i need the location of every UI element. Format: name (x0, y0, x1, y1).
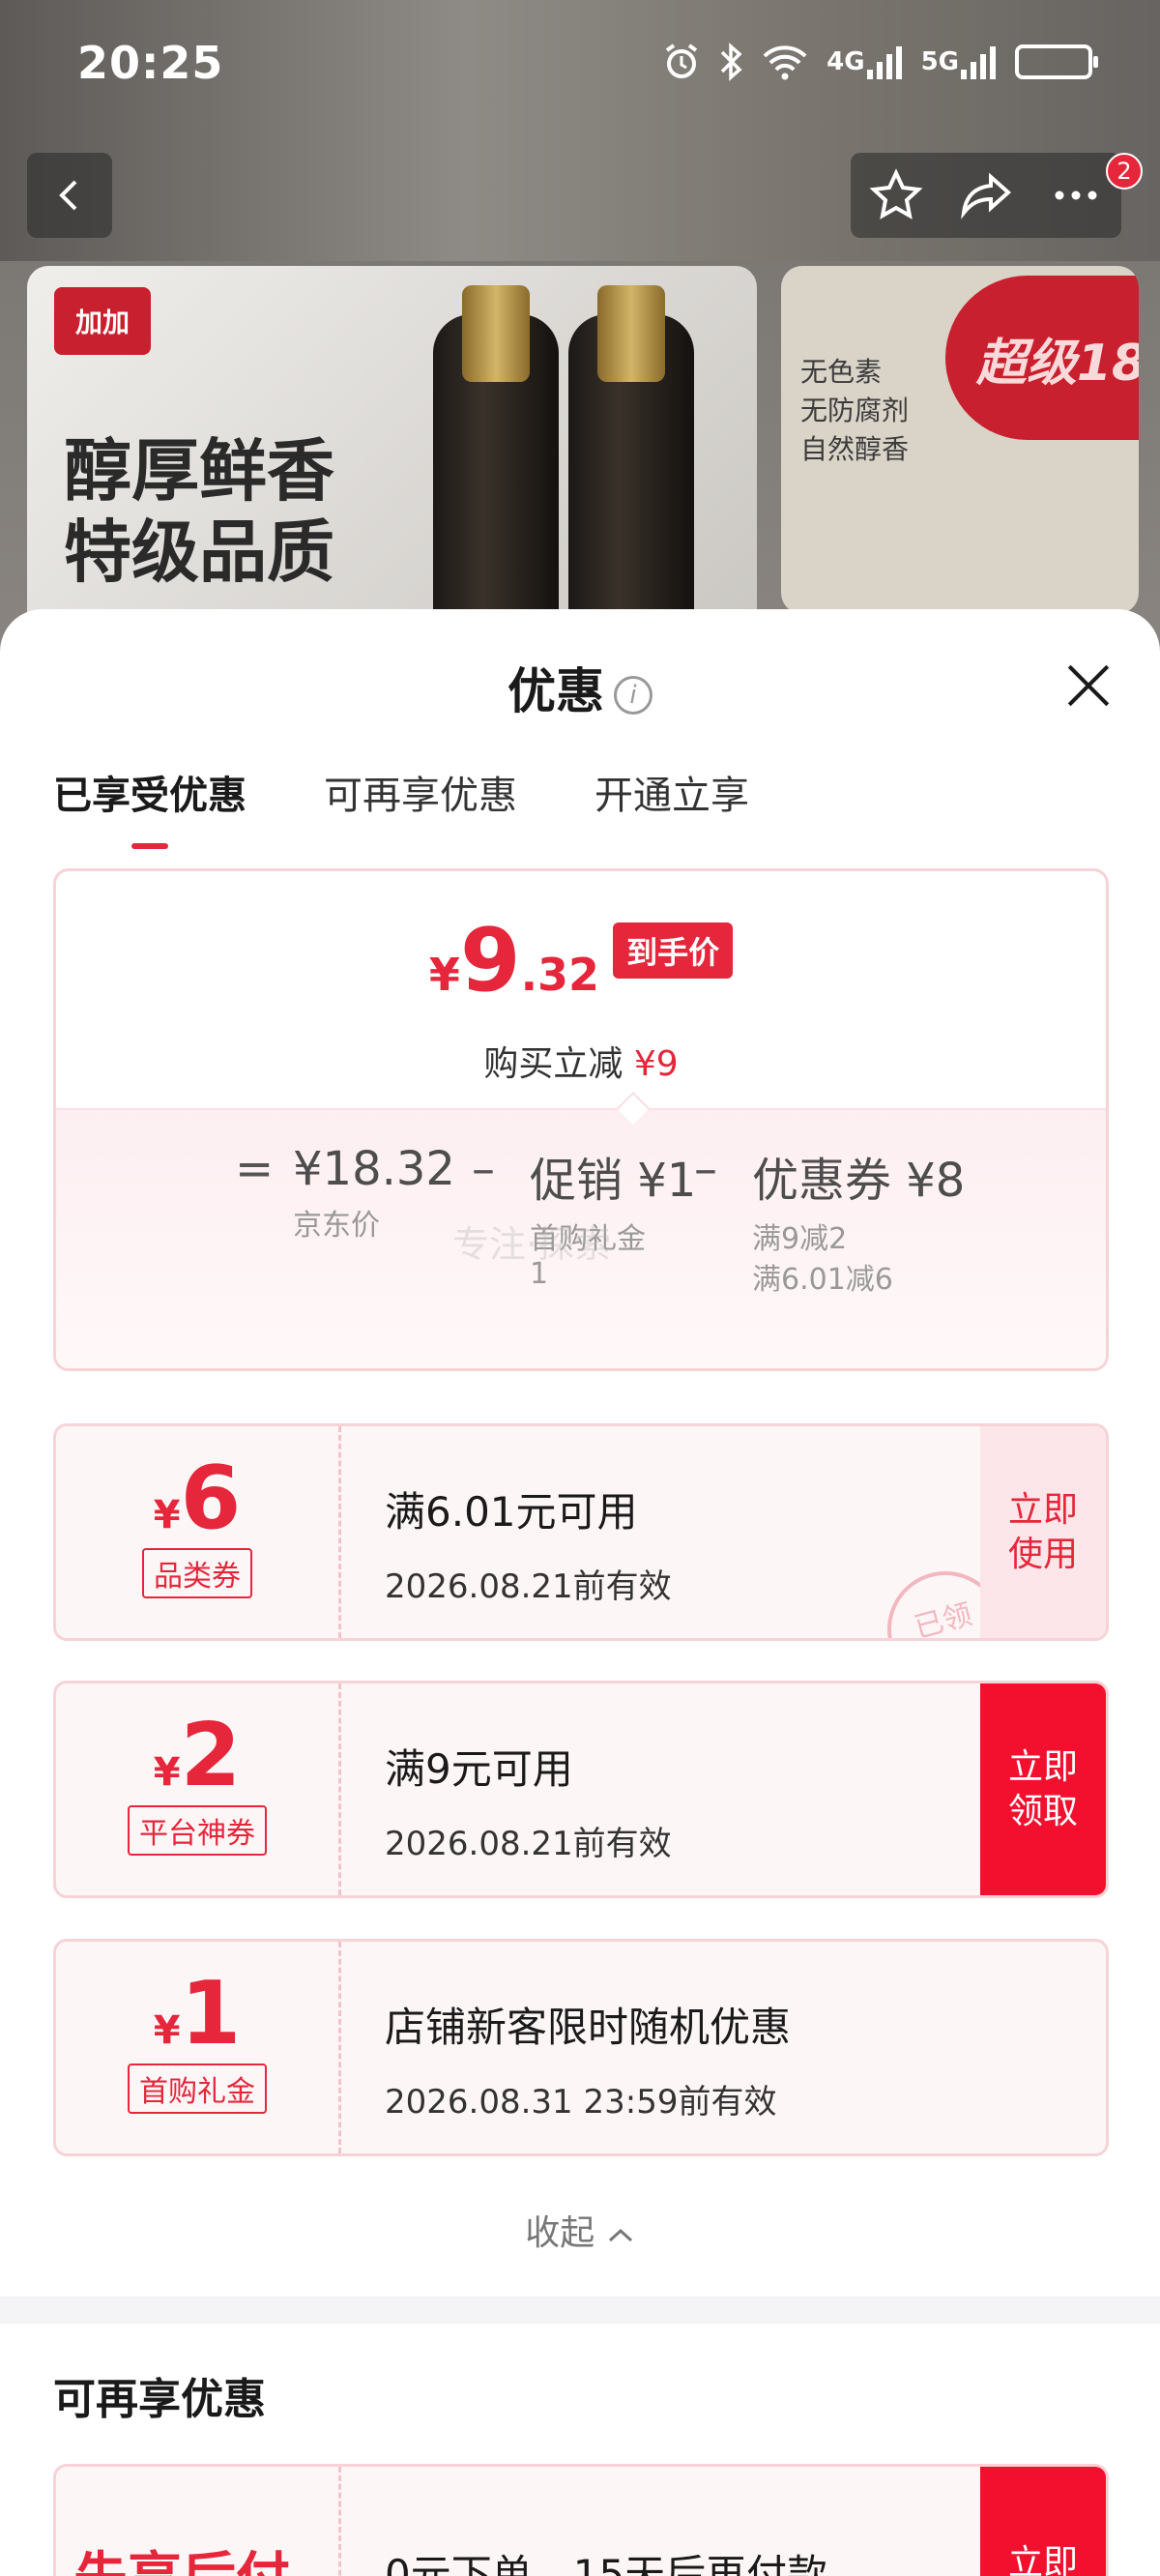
brand-logo: 加加 (54, 287, 151, 355)
coupon-info: 店铺新客限时随机优惠 2026.08.31 23:59前有效 (385, 1995, 791, 2122)
watermark: 专注·探索 (452, 1223, 612, 1266)
coupon-kind: 平台神券 (128, 1805, 267, 1856)
coupon-value: 优惠券 ¥8 (752, 1154, 966, 1208)
collapse-button[interactable]: 收起 (0, 2205, 1160, 2255)
chevron-up-icon (608, 2228, 632, 2242)
feature-item: 无色素 (800, 356, 883, 388)
banner-features: 无色素 无防腐剂 自然醇香 (800, 353, 909, 469)
product-banner-side[interactable]: 超级18 无色素 无防腐剂 自然醇香 (781, 266, 1139, 614)
coupon-amount-area: ¥2 平台神券 (56, 1683, 341, 1895)
coupon-info: 满6.01元可用 2026.08.21前有效 (385, 1479, 672, 1607)
battery-icon (1015, 44, 1098, 79)
signal-4g-icon: 4G (826, 43, 903, 81)
coupon-yen: ¥ (153, 1750, 181, 1795)
coupon-info: 满9元可用 2026.08.21前有效 (385, 1737, 672, 1864)
coupon-detail-2: 满6.01减6 (752, 1263, 893, 1297)
coupon-card: ¥1 首购礼金 店铺新客限时随机优惠 2026.08.31 23:59前有效 (53, 1939, 1109, 2156)
discount-tabs: 已享受优惠 可再享优惠 开通立享 (53, 764, 749, 820)
coupon-cell: 优惠券 ¥8 满9减2 满6.01减6 (752, 1142, 965, 1301)
collapse-label: 收起 (525, 2213, 595, 2253)
currency-symbol: ¥ (428, 949, 460, 1001)
back-button[interactable] (27, 153, 112, 238)
status-time: 20:25 (77, 37, 224, 89)
bluetooth-icon (718, 43, 743, 81)
coupon-condition: 满6.01元可用 (385, 1488, 638, 1536)
coupon-validity: 2026.08.21前有效 (385, 1825, 672, 1863)
coupon-detail: 满9减2 满6.01减6 (752, 1219, 965, 1301)
coupon-validity: 2026.08.21前有效 (385, 1567, 672, 1606)
coupon-amount-area: ¥1 首购礼金 (56, 1942, 341, 2153)
jd-price: ¥18.32 (293, 1142, 455, 1196)
coupon-condition: 店铺新客限时随机优惠 (385, 2004, 792, 2051)
pay-later-card: 先享后付 0元下单，15天后再付款 立即 (53, 2464, 1109, 2576)
pay-later-label: 先享后付 (56, 2467, 341, 2576)
alarm-icon (662, 43, 701, 81)
tab-more-available[interactable]: 可再享优惠 (324, 764, 517, 820)
coupon-detail-1: 满9减2 (752, 1222, 848, 1256)
coupon-amount: ¥2 (56, 1712, 338, 1800)
signal-4g-label: 4G (826, 47, 865, 76)
signal-5g-label: 5G (920, 47, 959, 76)
jd-price-cell: ¥18.32 京东价 (293, 1142, 455, 1246)
section-divider (0, 2297, 1160, 2324)
discount-sheet: 优惠 i 已享受优惠 可再享优惠 开通立享 ¥9.32 到手价 购买立减 ¥9 = … (0, 609, 1160, 2576)
coupon-card: ¥2 平台神券 满9元可用 2026.08.21前有效 立即领取 (53, 1681, 1109, 1898)
sheet-title: 优惠 i (0, 653, 1160, 722)
price-integer: 9 (459, 910, 521, 1011)
jd-price-label: 京东价 (293, 1209, 380, 1243)
tab-enjoyed[interactable]: 已享受优惠 (53, 764, 246, 820)
price-summary: ¥9.32 到手价 购买立减 ¥9 = ¥18.32 京东价 – 促销 ¥1 首购… (53, 868, 1109, 1371)
section-title: 可再享优惠 (53, 2375, 266, 2424)
price-decimal: .32 (520, 949, 600, 1001)
minus-sign: – (472, 1142, 495, 1196)
final-price-tag: 到手价 (613, 922, 734, 979)
buy-reduce-label: 购买立减 (483, 1044, 624, 1084)
coupon-yen: ¥ (153, 2008, 181, 2053)
coupon-kind: 首购礼金 (128, 2064, 267, 2114)
promo-value: 促销 ¥1 (530, 1154, 697, 1208)
status-bar: 20:25 4G 5G (0, 0, 1160, 140)
minus-sign: – (694, 1142, 717, 1196)
pay-later-button[interactable]: 立即 (980, 2467, 1106, 2576)
claim-now-label: 立即领取 (1007, 1746, 1078, 1831)
coupon-amount: ¥1 (56, 1971, 338, 2058)
super-badge: 超级18 (945, 276, 1139, 440)
close-icon[interactable] (1065, 662, 1112, 709)
coupon-condition: 满9元可用 (385, 1745, 573, 1793)
feature-item: 自然醇香 (800, 433, 910, 465)
coupon-card: ¥6 品类券 满6.01元可用 2026.08.21前有效 已领 立即使用 (53, 1423, 1109, 1641)
chevron-left-icon (59, 180, 77, 211)
pay-later-desc: 0元下单，15天后再付款 (385, 2551, 828, 2576)
final-price: ¥9.32 到手价 (56, 910, 1106, 1011)
equals-sign: = (235, 1142, 275, 1196)
coupon-amount-number: 2 (180, 1705, 242, 1806)
coupon-amount-area: ¥6 品类券 (56, 1426, 341, 1638)
coupon-amount-number: 6 (180, 1448, 242, 1549)
tab-open-enjoy[interactable]: 开通立享 (594, 764, 749, 820)
slogan-line-1: 醇厚鲜香 (64, 431, 334, 511)
slogan-line-2: 特级品质 (64, 512, 334, 592)
claim-now-button[interactable]: 立即领取 (980, 1683, 1106, 1895)
feature-item: 无防腐剂 (800, 395, 910, 426)
coupon-amount: ¥6 (56, 1455, 338, 1542)
notification-badge: 2 (1106, 153, 1143, 190)
info-icon[interactable]: i (614, 675, 652, 715)
buy-reduce: 购买立减 ¥9 (56, 1036, 1106, 1086)
share-icon[interactable] (958, 167, 1014, 223)
coupon-validity: 2026.08.31 23:59前有效 (385, 2083, 777, 2122)
top-actions (851, 153, 1121, 238)
status-icons: 4G 5G (662, 43, 1098, 81)
use-now-button[interactable]: 立即使用 (980, 1426, 1106, 1638)
coupon-amount-number: 1 (180, 1963, 242, 2064)
coupon-yen: ¥ (153, 1493, 181, 1537)
more-icon[interactable] (1048, 167, 1104, 223)
sheet-title-text: 优惠 (508, 663, 604, 719)
buy-reduce-value: ¥9 (633, 1044, 679, 1084)
star-icon[interactable] (868, 167, 924, 223)
coupon-kind: 品类券 (142, 1548, 252, 1598)
banner-slogan: 醇厚鲜香 特级品质 (64, 430, 334, 593)
signal-5g-icon: 5G (921, 43, 998, 81)
wifi-icon (761, 43, 809, 81)
use-now-label: 立即使用 (1007, 1489, 1078, 1574)
